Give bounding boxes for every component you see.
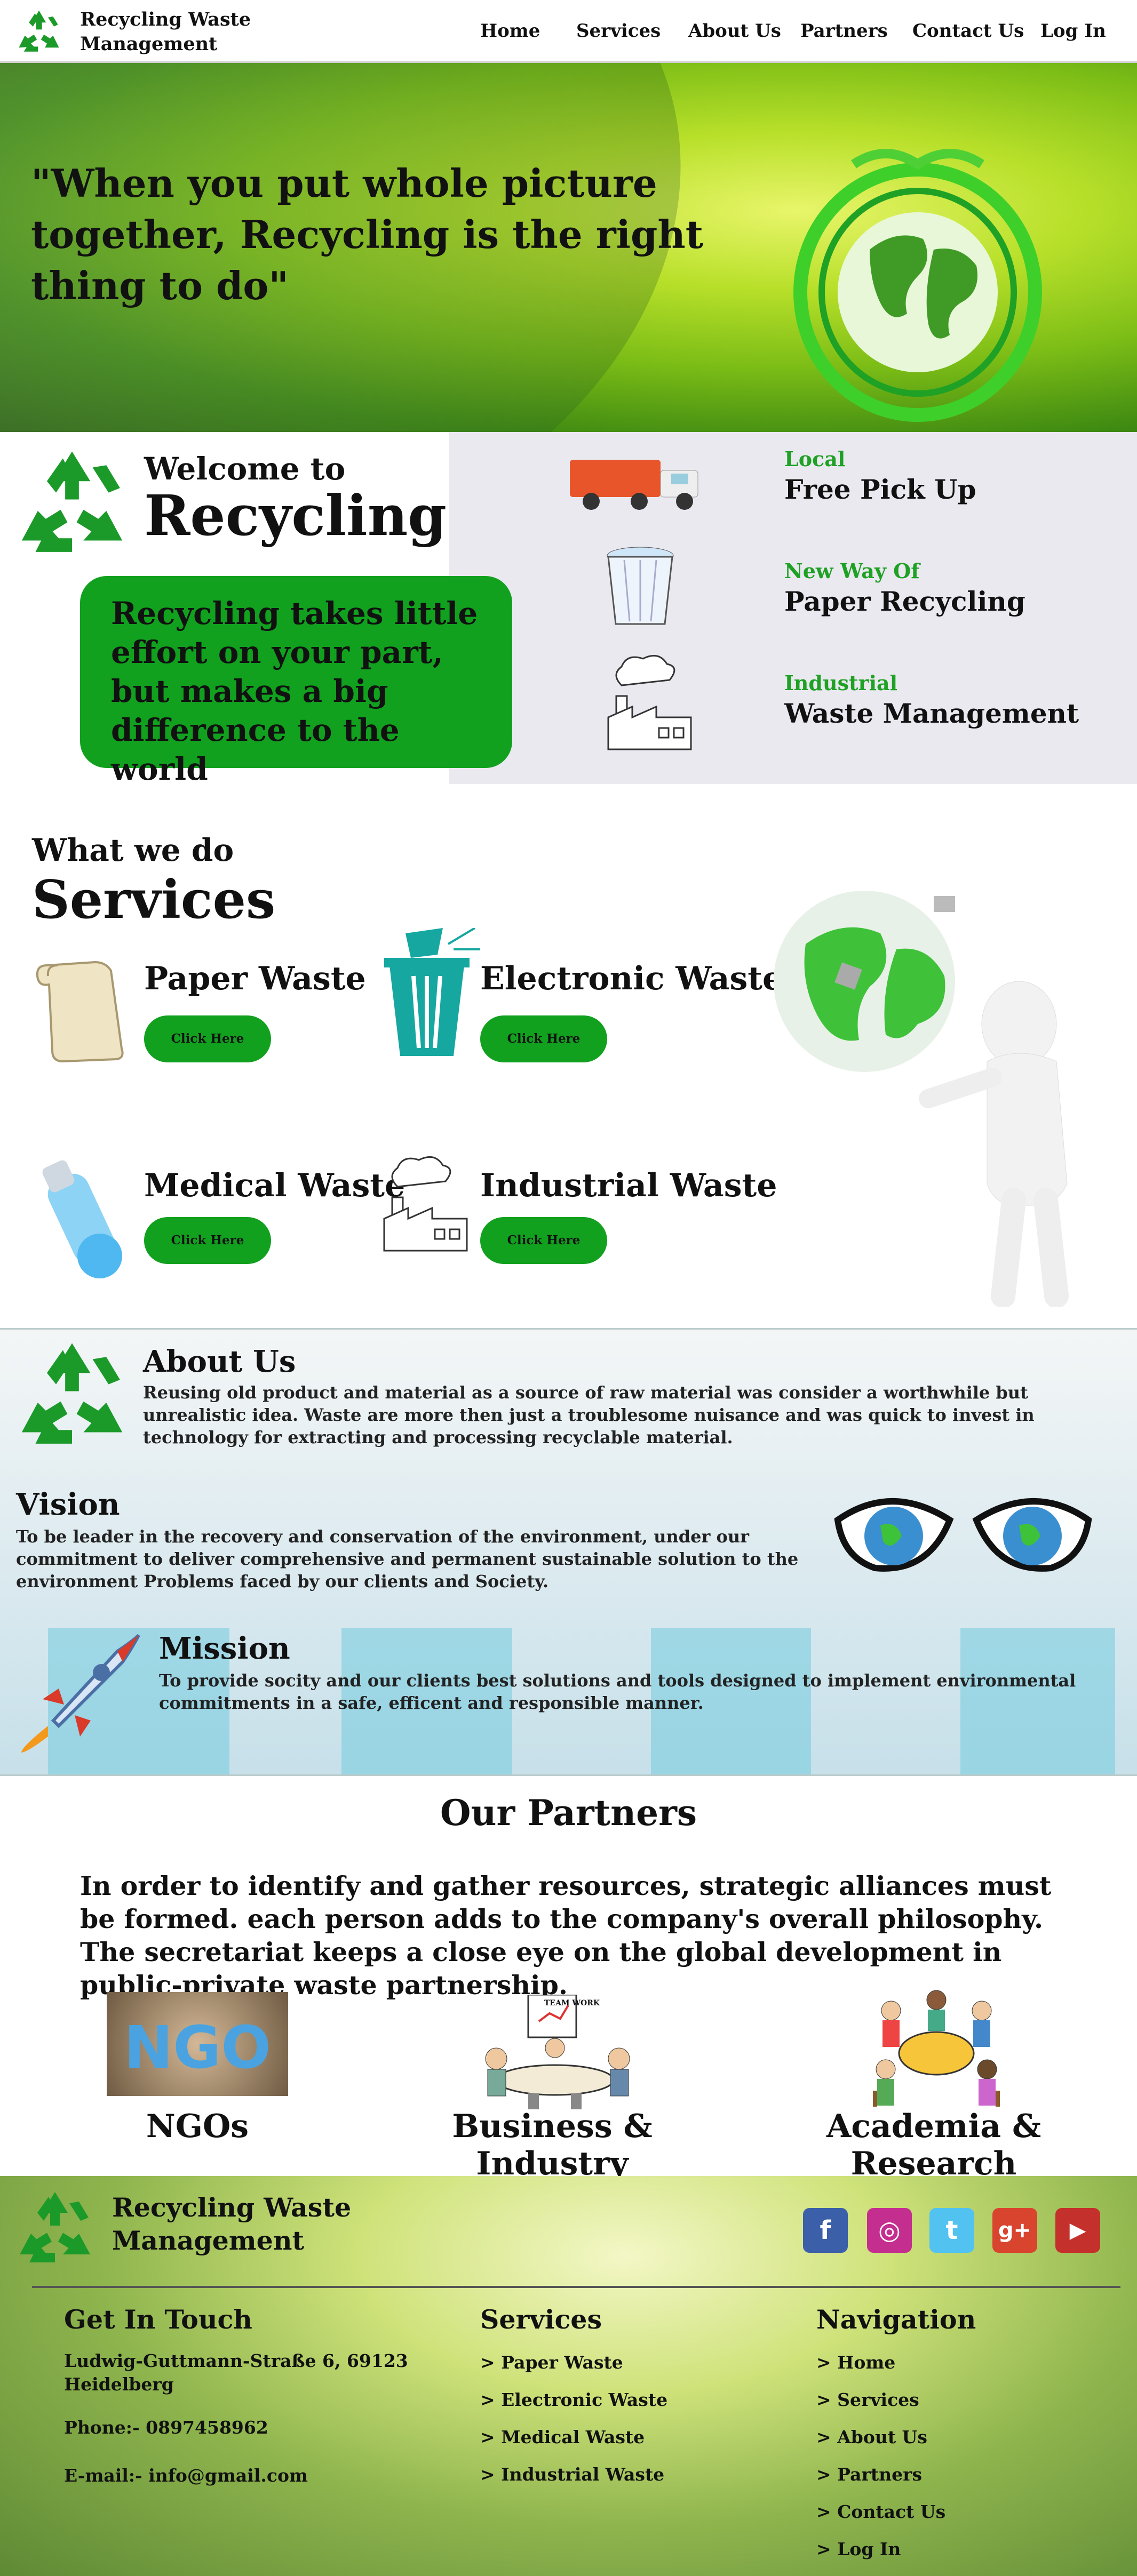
footer-brand[interactable]: Recycling Waste Management (112, 2191, 351, 2257)
earth-globe-icon (793, 149, 1042, 422)
nav-about-us[interactable]: About Us (688, 20, 781, 42)
footer-link-contact-us[interactable]: > Contact Us (816, 2501, 945, 2522)
facebook-icon[interactable]: f (803, 2208, 848, 2253)
team-work-illustration (485, 1995, 630, 2109)
welcome-title: Recycling (144, 483, 447, 548)
welcome-card: Recycling takes little effort on your pa… (80, 576, 512, 787)
services-title: Services (32, 869, 276, 931)
contact-title: Get In Touch (64, 2304, 252, 2335)
trash-can-icon (384, 928, 480, 1056)
nav-partners[interactable]: Partners (800, 20, 888, 42)
paper-waste-button[interactable]: Click Here (144, 1015, 271, 1062)
recycle-footer-logo-icon[interactable] (15, 2189, 95, 2269)
twitter-icon[interactable]: t (929, 2208, 974, 2253)
academia-group-illustration (873, 1990, 1000, 2107)
footer-link-home[interactable]: > Home (816, 2352, 895, 2373)
medical-waste-button[interactable]: Click Here (144, 1217, 271, 1264)
nav-contact-us[interactable]: Contact Us (912, 20, 1024, 42)
vision-title: Vision (16, 1487, 120, 1522)
truck-icon (570, 460, 698, 510)
recycle-icon (21, 451, 123, 552)
site-header: Recycling Waste Management Home Services… (0, 0, 1137, 63)
paper-bin-icon (607, 547, 674, 625)
feature-label-industrial: Industrial (784, 671, 898, 695)
partner-academia-research[interactable]: Academia & Research (747, 2108, 1120, 2182)
footer-navigation-title: Navigation (816, 2304, 976, 2335)
footer-link-paper-waste[interactable]: > Paper Waste (480, 2352, 623, 2373)
footer-link-medical-waste[interactable]: > Medical Waste (480, 2427, 645, 2447)
hero-banner: "When you put whole picture together, Re… (0, 63, 1137, 432)
footer-brand-line-1: Recycling Waste (112, 2192, 352, 2223)
address-line-2: Heidelberg (64, 2374, 174, 2395)
footer-link-industrial-waste[interactable]: > Industrial Waste (480, 2464, 664, 2485)
services-eyebrow: What we do (32, 832, 234, 868)
footer-link-about-us[interactable]: > About Us (816, 2427, 927, 2447)
mission-title: Mission (159, 1631, 290, 1666)
footer-link-partners[interactable]: > Partners (816, 2464, 922, 2485)
service-electronic-waste: Electronic Waste (480, 960, 783, 997)
partner-ngos[interactable]: NGOs (64, 2108, 331, 2145)
nav-home[interactable]: Home (480, 20, 540, 42)
instagram-icon[interactable]: ◎ (867, 2208, 912, 2253)
youtube-icon[interactable]: ▶ (1055, 2208, 1100, 2253)
footer-brand-line-2: Management (112, 2225, 305, 2256)
feature-label-new-way: New Way Of (784, 559, 920, 583)
syringe-icon (42, 1160, 122, 1278)
about-title: About Us (143, 1344, 296, 1379)
phone-text: Phone:- 0897458962 (64, 2417, 268, 2438)
ngo-logo-text: NGO (124, 2013, 271, 2082)
electronic-waste-button[interactable]: Click Here (480, 1015, 607, 1062)
feature-title-pickup: Free Pick Up (784, 474, 976, 505)
scroll-icon (36, 961, 124, 1063)
factory-icon (607, 654, 692, 750)
mission-text: To provide socity and our clients best s… (159, 1670, 1076, 1713)
service-industrial-waste: Industrial Waste (480, 1167, 777, 1204)
feature-title-paper: Paper Recycling (784, 586, 1025, 617)
brand-line-2: Management (80, 33, 218, 55)
feature-title-waste: Waste Management (784, 698, 1079, 729)
factory-icon (383, 1156, 468, 1252)
brand-line-1: Recycling Waste (80, 9, 251, 30)
service-paper-waste: Paper Waste (144, 960, 366, 997)
recycle-icon (21, 1343, 123, 1444)
footer-link-electronic-waste[interactable]: > Electronic Waste (480, 2389, 667, 2410)
feature-label-local: Local (784, 447, 846, 471)
footer-link-services[interactable]: > Services (816, 2389, 919, 2410)
footer-link-log-in[interactable]: > Log In (816, 2539, 901, 2559)
address-line-1: Ludwig-Guttmann-Straße 6, 69123 (64, 2350, 408, 2371)
partners-text: In order to identify and gather resource… (80, 1870, 1052, 2001)
partners-title: Our Partners (440, 1792, 697, 1834)
eyes-globe-icon (834, 1498, 1092, 1572)
nav-log-in[interactable]: Log In (1040, 20, 1106, 42)
recycle-logo-icon[interactable] (14, 7, 64, 58)
welcome-to-text: Welcome to (144, 451, 346, 487)
team-work-sign: TEAM WORK (544, 1999, 600, 2007)
footer-services-title: Services (480, 2304, 602, 2335)
industrial-waste-button[interactable]: Click Here (480, 1217, 607, 1264)
footer-divider (32, 2286, 1120, 2288)
email-text: E-mail:- info@gmail.com (64, 2465, 308, 2486)
hero-quote: "When you put whole picture together, Re… (31, 161, 703, 308)
person-holding-globe-illustration (774, 891, 1069, 1307)
brand-name[interactable]: Recycling Waste Management (80, 7, 251, 57)
about-text: Reusing old product and material as a so… (143, 1382, 1035, 1447)
vision-text: To be leader in the recovery and conserv… (16, 1526, 799, 1591)
service-medical-waste: Medical Waste (144, 1167, 405, 1204)
partner-business-industry[interactable]: Business & Industry (373, 2108, 731, 2182)
rocket-icon (21, 1634, 140, 1753)
google-plus-icon[interactable]: g+ (992, 2208, 1037, 2253)
ngo-image: NGO (107, 1992, 288, 2096)
nav-services[interactable]: Services (576, 20, 661, 42)
